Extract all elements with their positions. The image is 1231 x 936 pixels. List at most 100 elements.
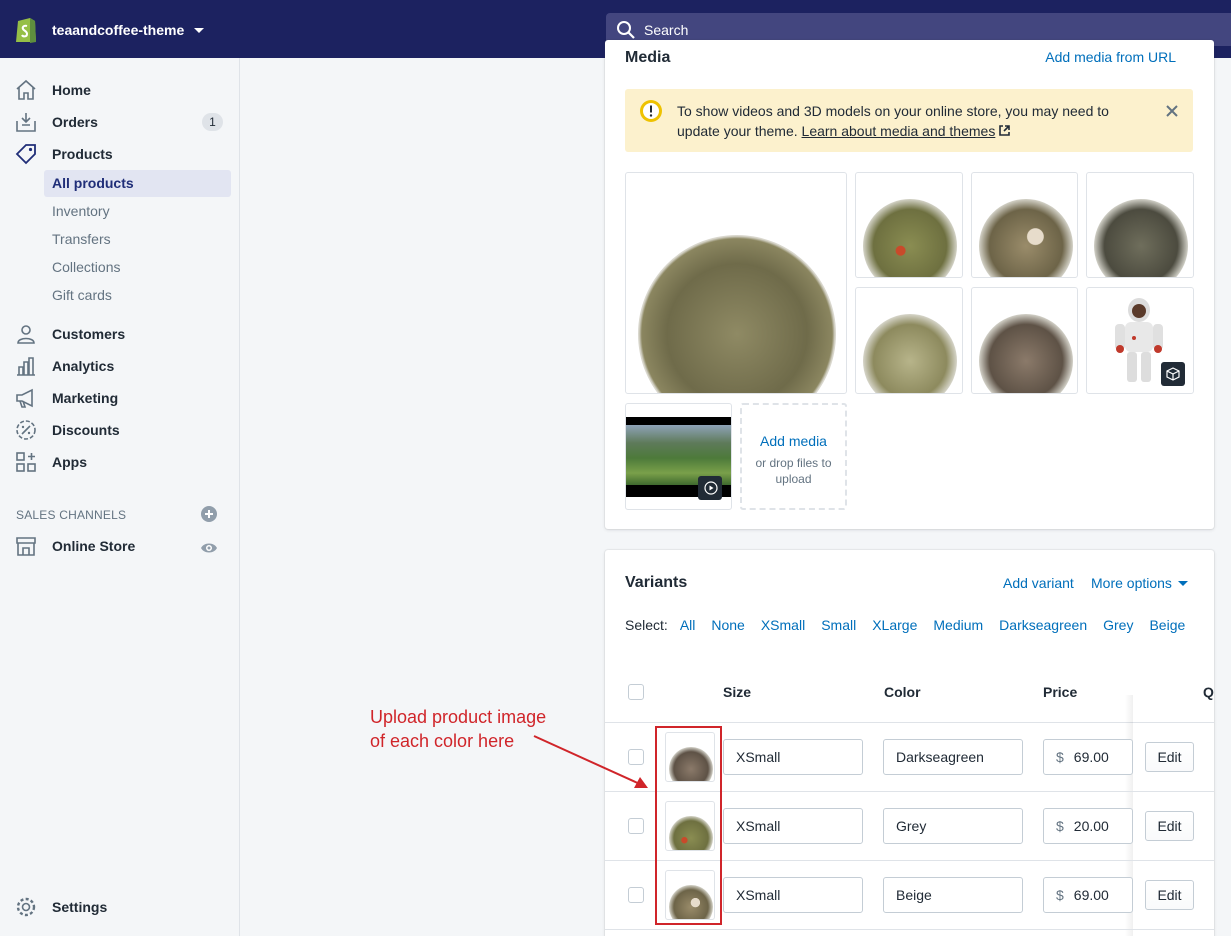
add-variant-link[interactable]: Add variant xyxy=(1003,575,1074,591)
edit-variant-button[interactable]: Edit xyxy=(1145,742,1194,772)
sidebar-item-settings[interactable]: Settings xyxy=(0,891,239,923)
media-image-5[interactable] xyxy=(855,287,963,394)
discount-icon xyxy=(16,420,36,440)
sidebar-item-analytics[interactable]: Analytics xyxy=(0,350,239,382)
tea-image xyxy=(979,199,1073,277)
learn-about-media-link[interactable]: Learn about media and themes xyxy=(802,123,996,139)
astronaut-model-icon xyxy=(1115,298,1163,382)
select-beige-link[interactable]: Beige xyxy=(1149,617,1185,633)
external-link-icon xyxy=(999,125,1011,136)
tea-image xyxy=(863,314,957,393)
media-title: Media xyxy=(625,49,671,66)
variant-size-field[interactable]: XSmall xyxy=(723,877,863,913)
warning-icon xyxy=(640,100,662,122)
variant-size-field[interactable]: XSmall xyxy=(723,808,863,844)
column-header-quantity: Q xyxy=(1203,684,1214,700)
sidebar-item-label: Settings xyxy=(52,899,108,915)
person-icon xyxy=(17,325,35,344)
sidebar-item-label: Products xyxy=(52,146,113,162)
variant-row-checkbox[interactable] xyxy=(628,887,644,903)
store-switcher[interactable]: teaandcoffee-theme xyxy=(14,14,205,46)
search-icon xyxy=(617,20,635,39)
select-xsmall-link[interactable]: XSmall xyxy=(761,617,805,633)
sidebar-item-marketing[interactable]: Marketing xyxy=(0,382,239,414)
price-value: 69.00 xyxy=(1073,887,1109,903)
sidebar-item-label: Analytics xyxy=(52,358,115,374)
variant-color-field[interactable]: Beige xyxy=(883,877,1023,913)
sidebar-item-customers[interactable]: Customers xyxy=(0,318,239,350)
add-media-from-url-link[interactable]: Add media from URL xyxy=(1045,49,1176,65)
subitem-label: Inventory xyxy=(52,203,110,219)
sidebar-subitem-inventory[interactable]: Inventory xyxy=(44,198,231,225)
drop-files-hint: or drop files to upload xyxy=(755,456,832,486)
annotation-text: Upload product image of each color here xyxy=(370,705,546,753)
annotation-highlight-box xyxy=(655,726,722,925)
play-icon xyxy=(704,481,718,495)
edit-variant-button[interactable]: Edit xyxy=(1145,811,1194,841)
close-icon[interactable] xyxy=(1164,103,1180,119)
sidebar-item-discounts[interactable]: Discounts xyxy=(0,414,239,446)
store-name: teaandcoffee-theme xyxy=(52,22,185,38)
variant-row-checkbox[interactable] xyxy=(628,818,644,834)
select-none-link[interactable]: None xyxy=(711,617,744,633)
currency-symbol: $ xyxy=(1056,887,1064,903)
add-sales-channel-icon[interactable] xyxy=(201,506,217,522)
column-header-price: Price xyxy=(1043,684,1078,700)
add-media-dropzone[interactable]: Add media or drop files to upload xyxy=(740,403,847,510)
edit-variant-button[interactable]: Edit xyxy=(1145,880,1194,910)
more-options-dropdown[interactable]: More options xyxy=(1091,575,1188,591)
caret-down-icon xyxy=(1177,581,1188,586)
select-all-link[interactable]: All xyxy=(680,617,696,633)
variant-price-field[interactable]: $69.00 xyxy=(1043,739,1133,775)
column-header-size: Size xyxy=(723,684,752,700)
variant-price-field[interactable]: $20.00 xyxy=(1043,808,1133,844)
row-divider xyxy=(605,929,1214,930)
media-image-2[interactable] xyxy=(855,172,963,278)
annotation-line-2: of each color here xyxy=(370,731,515,751)
banner-message: To show videos and 3D models on your onl… xyxy=(677,101,1137,141)
select-xlarge-link[interactable]: XLarge xyxy=(872,617,917,633)
sidebar: Home Orders 1 Products All products Inve… xyxy=(0,58,240,936)
variant-price-field[interactable]: $69.00 xyxy=(1043,877,1133,913)
media-image-6[interactable] xyxy=(971,287,1078,394)
tea-image xyxy=(638,235,836,393)
eye-icon[interactable] xyxy=(200,540,218,556)
sidebar-subitem-gift-cards[interactable]: Gift cards xyxy=(44,282,231,309)
select-medium-link[interactable]: Medium xyxy=(933,617,983,633)
sidebar-item-label: Orders xyxy=(52,114,98,130)
chevron-down-icon xyxy=(194,27,205,33)
sidebar-item-apps[interactable]: Apps xyxy=(0,446,239,478)
sidebar-item-label: Online Store xyxy=(52,538,136,554)
media-image-4[interactable] xyxy=(1086,172,1194,278)
add-media-button[interactable]: Add media xyxy=(742,433,845,449)
media-3d-model[interactable] xyxy=(1086,287,1194,394)
media-video[interactable] xyxy=(625,403,732,510)
select-darkseagreen-link[interactable]: Darkseagreen xyxy=(999,617,1087,633)
sidebar-item-label: Customers xyxy=(52,326,126,342)
tea-image xyxy=(979,314,1073,393)
select-small-link[interactable]: Small xyxy=(821,617,856,633)
select-label: Select: xyxy=(625,617,668,633)
search-input[interactable] xyxy=(644,21,1204,38)
variant-color-field[interactable]: Grey xyxy=(883,808,1023,844)
media-image-main[interactable] xyxy=(625,172,847,394)
subitem-label: Transfers xyxy=(52,231,111,247)
annotation-line-1: Upload product image xyxy=(370,707,547,727)
sidebar-subitem-collections[interactable]: Collections xyxy=(44,254,231,281)
variant-color-field[interactable]: Darkseagreen xyxy=(883,739,1023,775)
sidebar-item-products[interactable]: Products xyxy=(0,138,239,170)
variant-size-field[interactable]: XSmall xyxy=(723,739,863,775)
sidebar-item-orders[interactable]: Orders 1 xyxy=(0,106,239,138)
megaphone-icon xyxy=(16,388,33,408)
select-all-checkbox[interactable] xyxy=(628,684,644,700)
media-image-3[interactable] xyxy=(971,172,1078,278)
currency-symbol: $ xyxy=(1056,749,1064,765)
subitem-label: Collections xyxy=(52,259,121,275)
sidebar-item-home[interactable]: Home xyxy=(0,74,239,106)
sidebar-item-label: Apps xyxy=(52,454,87,470)
select-grey-link[interactable]: Grey xyxy=(1103,617,1133,633)
sidebar-subitem-all-products[interactable]: All products xyxy=(44,170,231,197)
sidebar-subitem-transfers[interactable]: Transfers xyxy=(44,226,231,253)
price-value: 69.00 xyxy=(1073,749,1109,765)
column-header-color: Color xyxy=(884,684,921,700)
